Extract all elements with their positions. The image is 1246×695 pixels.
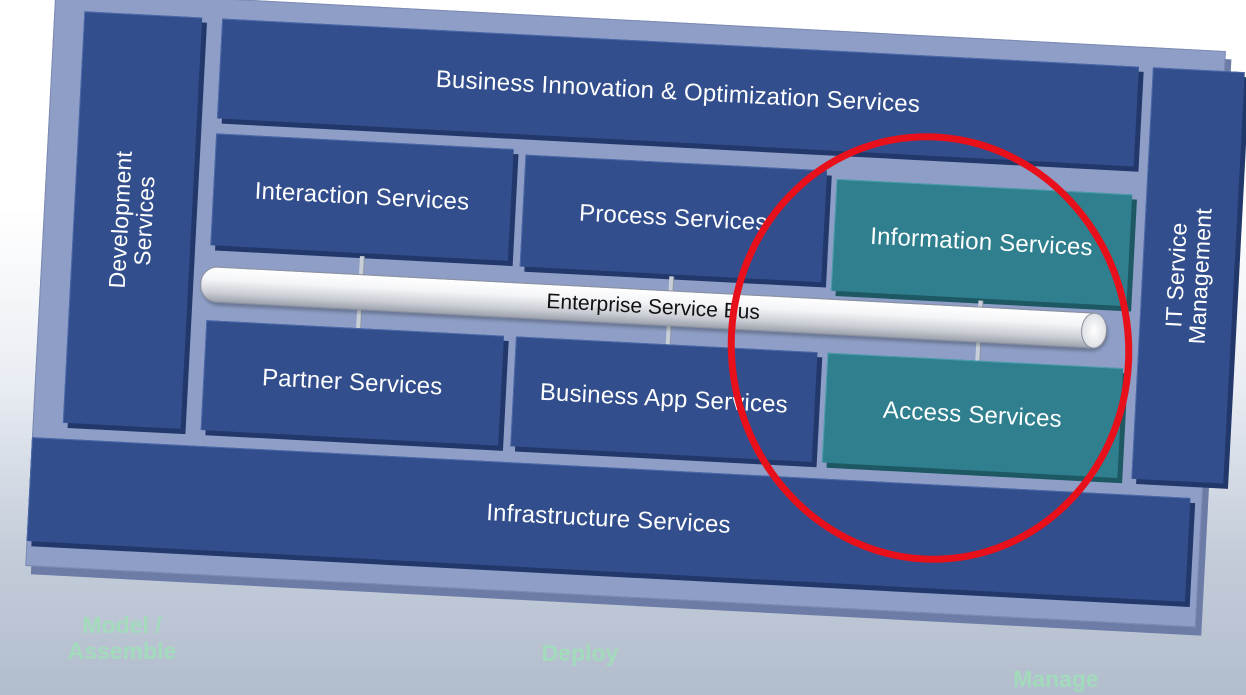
development-label-line2: Services xyxy=(129,175,160,267)
assemble-label: Assemble xyxy=(67,638,177,665)
partner-services-block: Partner Services xyxy=(200,320,504,446)
lifecycle-manage: Manage xyxy=(996,666,1116,692)
partner-services-label: Partner Services xyxy=(261,364,444,401)
interaction-services-label: Interaction Services xyxy=(254,177,470,216)
process-services-label: Process Services xyxy=(578,199,769,237)
deploy-label: Deploy xyxy=(541,640,619,666)
lifecycle-deploy: Deploy xyxy=(520,640,640,666)
development-services-block: Development Services xyxy=(62,11,203,429)
manage-label: Manage xyxy=(1013,666,1099,692)
business-innovation-label: Business Innovation & Optimization Servi… xyxy=(435,65,921,119)
development-services-label: Development Services xyxy=(104,150,160,290)
infrastructure-services-label: Infrastructure Services xyxy=(485,499,732,539)
it-service-management-label: IT Service Management xyxy=(1160,206,1216,344)
interaction-services-block: Interaction Services xyxy=(210,133,514,261)
soa-reference-architecture: Development Services Business Innovation… xyxy=(0,0,1246,695)
lifecycle-model-assemble: Model / Assemble xyxy=(52,612,192,665)
model-label: Model / xyxy=(82,612,162,638)
